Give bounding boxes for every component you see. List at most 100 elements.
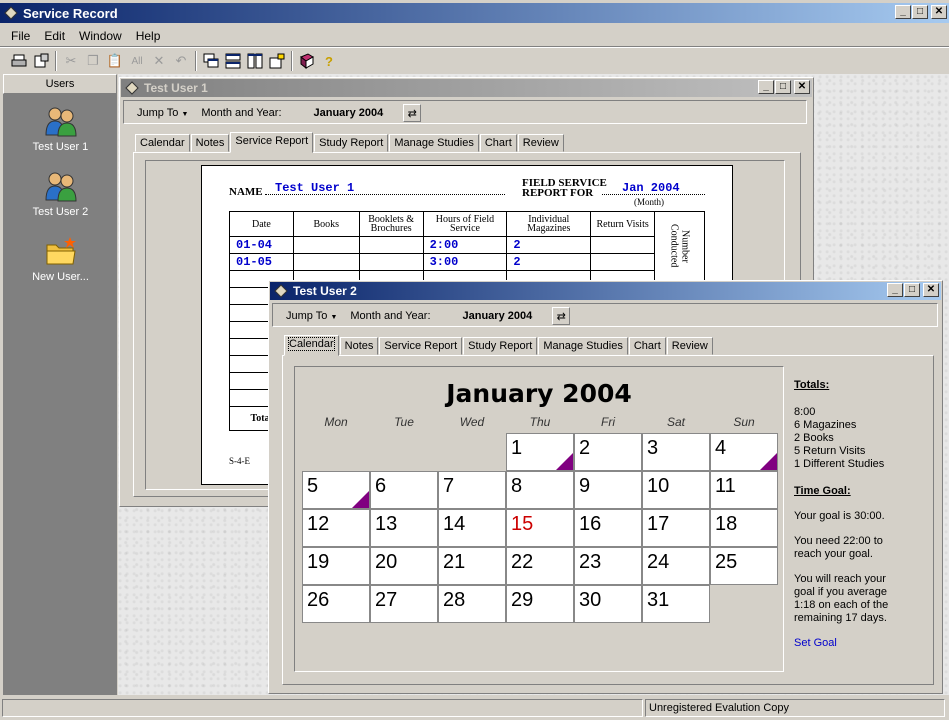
calendar-day-number: 17: [647, 513, 670, 535]
calendar-day-number: 3: [647, 437, 659, 459]
calendar-day-cell[interactable]: 25: [710, 547, 778, 585]
col-header-visits: Return Visits: [590, 211, 656, 237]
calendar-day-cell[interactable]: 31: [642, 585, 710, 623]
sidebar-item-new-user[interactable]: New User...: [2, 235, 119, 283]
close-button[interactable]: ✕: [794, 80, 810, 94]
cell-magazines: 2: [506, 236, 592, 254]
name-label: NAME: [229, 186, 263, 198]
book-icon[interactable]: [296, 50, 318, 72]
menu-window[interactable]: Window: [72, 29, 129, 43]
tab-manage-studies[interactable]: Manage Studies: [389, 134, 479, 152]
arrange-icons-icon[interactable]: [266, 50, 288, 72]
calendar-day-cell[interactable]: 10: [642, 471, 710, 509]
tab-manage-studies[interactable]: Manage Studies: [538, 337, 628, 355]
calendar-day-cell[interactable]: 21: [438, 547, 506, 585]
calendar-day-number: 13: [375, 513, 398, 535]
calendar-day-cell[interactable]: 30: [574, 585, 642, 623]
cut-icon[interactable]: ✂: [60, 50, 82, 72]
calendar-day-cell[interactable]: 28: [438, 585, 506, 623]
dropdown-arrow-icon: ▼: [330, 314, 338, 321]
day-of-week-label: Fri: [601, 415, 615, 429]
calendar-day-cell[interactable]: 23: [574, 547, 642, 585]
calendar-day-cell[interactable]: 8: [506, 471, 574, 509]
calendar-day-cell[interactable]: 15: [506, 509, 574, 547]
undo-icon[interactable]: ↶: [170, 50, 192, 72]
calendar-day-cell[interactable]: 19: [302, 547, 370, 585]
calendar-day-number: 26: [307, 589, 330, 611]
maximize-button[interactable]: □: [904, 283, 920, 297]
minimize-button[interactable]: _: [758, 80, 774, 94]
tab-service-report[interactable]: Service Report: [230, 132, 314, 153]
calendar-day-cell[interactable]: 11: [710, 471, 778, 509]
calendar-day-cell[interactable]: 22: [506, 547, 574, 585]
calendar-day-number: 29: [511, 589, 534, 611]
calendar-day-cell[interactable]: 20: [370, 547, 438, 585]
calendar-day-cell[interactable]: 4: [710, 433, 778, 471]
tab-notes[interactable]: Notes: [190, 134, 230, 152]
tab-notes[interactable]: Notes: [339, 337, 379, 355]
calendar-day-cell[interactable]: 26: [302, 585, 370, 623]
jump-to-button[interactable]: Jump To ▼: [130, 107, 195, 119]
maximize-button[interactable]: □: [775, 80, 791, 94]
jump-to-button[interactable]: Jump To ▼: [279, 310, 344, 322]
calendar-day-cell[interactable]: 13: [370, 509, 438, 547]
change-month-icon[interactable]: ⇄: [403, 104, 422, 122]
maximize-button[interactable]: □: [912, 5, 928, 19]
tab-review[interactable]: Review: [666, 337, 713, 355]
tile-vertical-icon[interactable]: [244, 50, 266, 72]
close-button[interactable]: ✕: [931, 5, 947, 19]
col-header-booklets: Booklets & Brochures: [358, 211, 424, 237]
help-icon[interactable]: ?: [318, 50, 340, 72]
menu-help[interactable]: Help: [129, 29, 168, 43]
day-of-week-label: Sun: [733, 415, 755, 429]
month-year-value[interactable]: January 2004: [463, 310, 533, 322]
change-month-icon[interactable]: ⇄: [552, 307, 571, 325]
paste-icon[interactable]: 📋: [104, 50, 126, 72]
calendar-day-cell[interactable]: 14: [438, 509, 506, 547]
calendar-day-cell[interactable]: 17: [642, 509, 710, 547]
tab-calendar[interactable]: Calendar: [284, 335, 339, 356]
calendar-day-cell[interactable]: 3: [642, 433, 710, 471]
minimize-button[interactable]: _: [895, 5, 911, 19]
minimize-button[interactable]: _: [887, 283, 903, 297]
delete-icon[interactable]: ✕: [148, 50, 170, 72]
tab-review[interactable]: Review: [517, 134, 564, 152]
calendar-day-cell[interactable]: 9: [574, 471, 642, 509]
calendar-day-cell[interactable]: 6: [370, 471, 438, 509]
calendar-day-cell[interactable]: 18: [710, 509, 778, 547]
print-setup-icon[interactable]: [30, 50, 52, 72]
cascade-icon[interactable]: [200, 50, 222, 72]
tab-study-report[interactable]: Study Report: [463, 337, 538, 355]
tab-chart[interactable]: Chart: [479, 134, 517, 152]
copy-icon[interactable]: ❐: [82, 50, 104, 72]
menu-edit[interactable]: Edit: [37, 29, 72, 43]
calendar-day-cell[interactable]: 27: [370, 585, 438, 623]
tab-study-report[interactable]: Study Report: [314, 134, 389, 152]
tab-chart[interactable]: Chart: [628, 337, 666, 355]
calendar-day-number: 28: [443, 589, 466, 611]
day-of-week-label: Wed: [459, 415, 485, 429]
month-year-value[interactable]: January 2004: [314, 107, 384, 119]
tab-calendar[interactable]: Calendar: [135, 134, 190, 152]
sidebar-item-test-user-2[interactable]: Test User 2: [2, 170, 119, 218]
print-icon[interactable]: [8, 50, 30, 72]
calendar-day-cell[interactable]: 5: [302, 471, 370, 509]
calendar-day-number: 9: [579, 475, 591, 497]
calendar-day-cell[interactable]: 1: [506, 433, 574, 471]
tab-service-report[interactable]: Service Report: [379, 337, 463, 355]
tile-horizontal-icon[interactable]: [222, 50, 244, 72]
calendar-day-cell[interactable]: 12: [302, 509, 370, 547]
calendar-day-number: 8: [511, 475, 523, 497]
close-button[interactable]: ✕: [923, 283, 939, 297]
calendar-day-cell[interactable]: 2: [574, 433, 642, 471]
select-all-icon[interactable]: All: [126, 50, 148, 72]
calendar-day-cell[interactable]: 29: [506, 585, 574, 623]
app-title: Service Record: [23, 5, 118, 21]
set-goal-link[interactable]: Set Goal: [794, 637, 934, 650]
calendar-day-cell[interactable]: 24: [642, 547, 710, 585]
calendar-day-number: 10: [647, 475, 670, 497]
menu-file[interactable]: File: [4, 29, 37, 43]
sidebar-item-test-user-1[interactable]: Test User 1: [2, 105, 119, 153]
calendar-day-cell[interactable]: 7: [438, 471, 506, 509]
calendar-day-cell[interactable]: 16: [574, 509, 642, 547]
